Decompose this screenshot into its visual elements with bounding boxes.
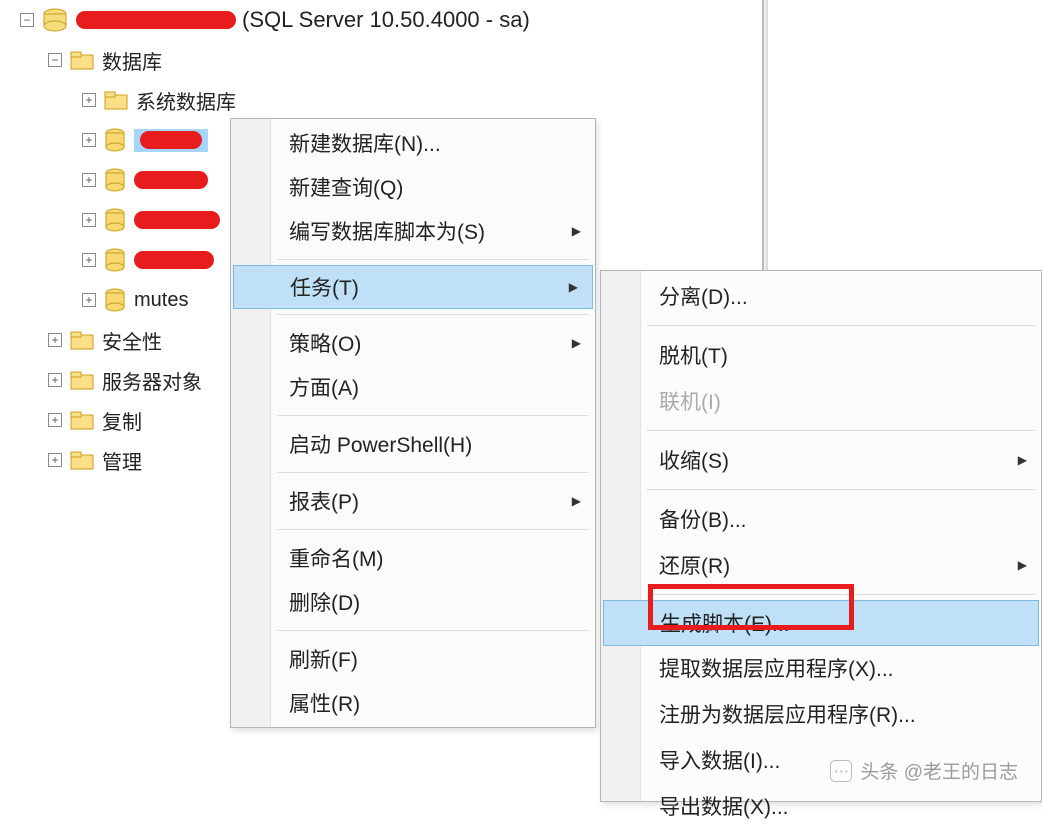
menu-tasks[interactable]: 任务(T)	[233, 265, 593, 309]
tasks-submenu: 分离(D)... 脱机(T) 联机(I) 收缩(S) 备份(B)... 还原(R…	[600, 270, 1042, 802]
expand-icon[interactable]: +	[82, 133, 96, 147]
folder-icon	[104, 90, 128, 110]
expand-icon[interactable]: +	[82, 93, 96, 107]
menu-separator	[647, 325, 1035, 326]
database-icon	[104, 128, 126, 152]
menu-separator	[277, 259, 589, 260]
collapse-icon[interactable]: −	[48, 53, 62, 67]
menu-script-db-as[interactable]: 编写数据库脚本为(S)	[231, 209, 595, 253]
menu-reports[interactable]: 报表(P)	[231, 479, 595, 523]
expand-icon[interactable]: +	[48, 413, 62, 427]
submenu-extract-data-tier[interactable]: 提取数据层应用程序(X)...	[601, 645, 1041, 691]
selected-db-label	[134, 129, 208, 152]
submenu-generate-scripts[interactable]: 生成脚本(E)...	[603, 600, 1039, 646]
server-node[interactable]: − (SQL Server 10.50.4000 - sa)	[0, 0, 760, 40]
expand-icon[interactable]: +	[48, 333, 62, 347]
collapse-icon[interactable]: −	[20, 13, 34, 27]
folder-icon	[70, 410, 94, 430]
server-objects-label: 服务器对象	[102, 366, 202, 395]
db-name-redacted	[134, 211, 220, 229]
expand-icon[interactable]: +	[82, 173, 96, 187]
watermark: ⋯ 头条 @老王的日志	[830, 757, 1018, 784]
server-name-redacted	[76, 11, 236, 29]
menu-separator	[277, 630, 589, 631]
menu-separator	[277, 472, 589, 473]
submenu-shrink[interactable]: 收缩(S)	[601, 437, 1041, 483]
security-label: 安全性	[102, 326, 162, 355]
menu-rename[interactable]: 重命名(M)	[231, 536, 595, 580]
menu-separator	[647, 489, 1035, 490]
menu-policies[interactable]: 策略(O)	[231, 321, 595, 365]
submenu-backup[interactable]: 备份(B)...	[601, 496, 1041, 542]
menu-new-database[interactable]: 新建数据库(N)...	[231, 121, 595, 165]
expand-icon[interactable]: +	[82, 253, 96, 267]
submenu-bring-online: 联机(I)	[601, 378, 1041, 424]
system-db-label: 系统数据库	[136, 86, 236, 115]
menu-separator	[647, 594, 1035, 595]
folder-icon	[70, 330, 94, 350]
menu-separator	[647, 430, 1035, 431]
folder-icon	[70, 50, 94, 70]
expand-icon[interactable]: +	[82, 213, 96, 227]
watermark-text: 头条 @老王的日志	[860, 757, 1018, 784]
expand-icon[interactable]: +	[48, 373, 62, 387]
menu-separator	[277, 314, 589, 315]
server-label-suffix: (SQL Server 10.50.4000 - sa)	[242, 7, 530, 33]
database-icon	[104, 288, 126, 312]
db-name-redacted	[134, 171, 208, 189]
menu-start-powershell[interactable]: 启动 PowerShell(H)	[231, 422, 595, 466]
db-name-redacted	[134, 251, 214, 269]
expand-icon[interactable]: +	[48, 453, 62, 467]
submenu-restore[interactable]: 还原(R)	[601, 542, 1041, 588]
replication-label: 复制	[102, 406, 142, 435]
menu-separator	[277, 415, 589, 416]
menu-new-query[interactable]: 新建查询(Q)	[231, 165, 595, 209]
server-icon	[42, 8, 68, 32]
system-databases-node[interactable]: + 系统数据库	[0, 80, 760, 120]
databases-label: 数据库	[102, 46, 162, 75]
databases-node[interactable]: − 数据库	[0, 40, 760, 80]
context-menu: 新建数据库(N)... 新建查询(Q) 编写数据库脚本为(S) 任务(T) 策略…	[230, 118, 596, 728]
watermark-icon: ⋯	[830, 760, 852, 782]
submenu-take-offline[interactable]: 脱机(T)	[601, 332, 1041, 378]
database-icon	[104, 208, 126, 232]
menu-refresh[interactable]: 刷新(F)	[231, 637, 595, 681]
database-icon	[104, 168, 126, 192]
management-label: 管理	[102, 446, 142, 475]
submenu-register-data-tier[interactable]: 注册为数据层应用程序(R)...	[601, 691, 1041, 737]
menu-properties[interactable]: 属性(R)	[231, 681, 595, 725]
expand-icon[interactable]: +	[82, 293, 96, 307]
submenu-detach[interactable]: 分离(D)...	[601, 273, 1041, 319]
folder-icon	[70, 370, 94, 390]
splitter[interactable]	[762, 0, 768, 270]
db-mutest-label: mutes	[134, 289, 188, 312]
submenu-export-data[interactable]: 导出数据(X)...	[601, 783, 1041, 829]
menu-separator	[277, 529, 589, 530]
folder-icon	[70, 450, 94, 470]
database-icon	[104, 248, 126, 272]
menu-delete[interactable]: 删除(D)	[231, 580, 595, 624]
menu-facets[interactable]: 方面(A)	[231, 365, 595, 409]
